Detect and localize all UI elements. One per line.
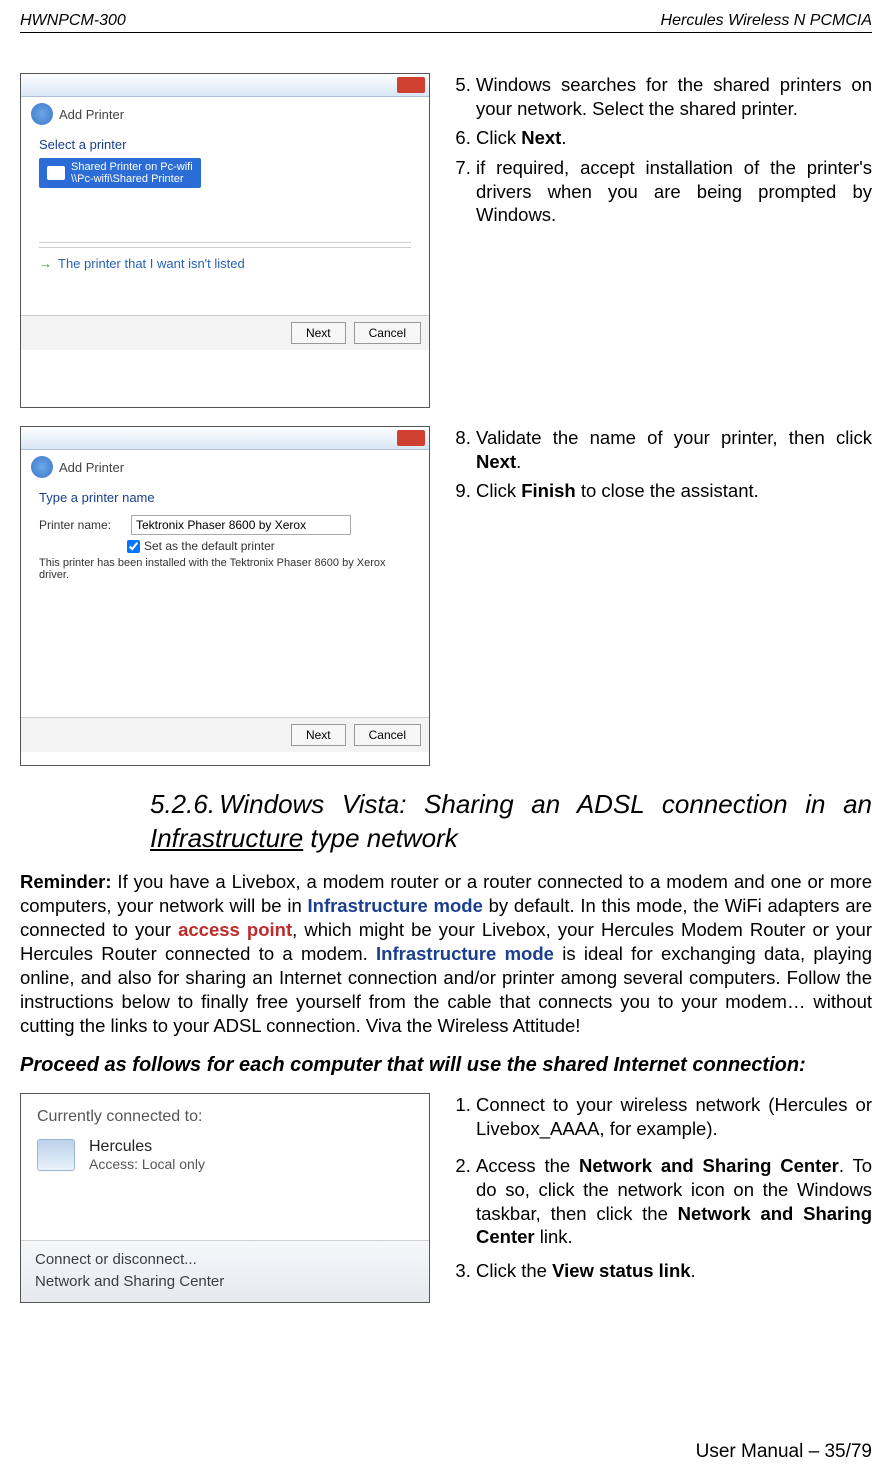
proc-step-2: Access the Network and Sharing Center. T… (476, 1154, 872, 1249)
network-popup: Currently connected to: Hercules Access:… (20, 1093, 430, 1303)
step-5: Windows searches for the shared printers… (476, 73, 872, 120)
step-7: if required, accept installation of the … (476, 156, 872, 227)
printer-icon (47, 166, 65, 180)
reminder-paragraph: Reminder: If you have a Livebox, a modem… (20, 870, 872, 1038)
page-footer: User Manual – 35/79 (696, 1441, 872, 1463)
header-left: HWNPCM-300 (20, 12, 126, 30)
step-8: Validate the name of your printer, then … (476, 426, 872, 473)
network-access: Access: Local only (89, 1156, 205, 1172)
header-right: Hercules Wireless N PCMCIA (661, 12, 872, 30)
proceed-heading: Proceed as follows for each computer tha… (20, 1054, 872, 1077)
network-sharing-center-link[interactable]: Network and Sharing Center (35, 1271, 415, 1294)
proc-step-1: Connect to your wireless network (Hercul… (476, 1093, 872, 1140)
proc-step-3: Click the View status link. (476, 1259, 872, 1283)
close-icon[interactable] (397, 430, 425, 446)
next-button[interactable]: Next (291, 724, 346, 746)
add-printer-dialog-name: Add Printer Type a printer name Printer … (20, 426, 430, 766)
header-rule (20, 32, 872, 33)
back-icon[interactable] (31, 456, 53, 478)
network-popup-heading: Currently connected to: (21, 1094, 429, 1132)
infrastructure-mode-link-2[interactable]: Infrastructure mode (376, 943, 554, 964)
access-point-link[interactable]: access point (178, 919, 292, 940)
cancel-button[interactable]: Cancel (354, 322, 421, 344)
infrastructure-mode-link[interactable]: Infrastructure mode (308, 895, 483, 916)
network-icon (37, 1139, 75, 1171)
shared-printer-text: Shared Printer on Pc-wifi \\Pc-wifi\Shar… (71, 161, 193, 185)
back-icon[interactable] (31, 103, 53, 125)
printer-name-label: Printer name: (39, 518, 123, 532)
installed-driver-note: This printer has been installed with the… (39, 557, 411, 581)
next-button[interactable]: Next (291, 322, 346, 344)
add-printer-dialog-select: Add Printer Select a printer Shared Prin… (20, 73, 430, 408)
default-printer-checkbox[interactable] (127, 540, 140, 553)
dialog1-heading: Select a printer (39, 137, 411, 152)
section-heading: 5.2.6.Windows Vista: Sharing an ADSL con… (150, 788, 872, 856)
step-6: Click Next. (476, 126, 872, 150)
shared-printer-item[interactable]: Shared Printer on Pc-wifi \\Pc-wifi\Shar… (39, 158, 201, 188)
step-9: Click Finish to close the assistant. (476, 479, 872, 503)
close-icon[interactable] (397, 77, 425, 93)
cancel-button[interactable]: Cancel (354, 724, 421, 746)
dialog2-heading: Type a printer name (39, 490, 411, 505)
dialog1-title: Add Printer (59, 107, 124, 122)
printer-not-listed-link[interactable]: The printer that I want isn't listed (39, 256, 411, 271)
printer-name-input[interactable] (131, 515, 351, 535)
dialog2-title: Add Printer (59, 460, 124, 475)
default-printer-label: Set as the default printer (144, 539, 275, 553)
connect-disconnect-link[interactable]: Connect or disconnect... (35, 1249, 415, 1272)
network-name: Hercules (89, 1138, 205, 1156)
